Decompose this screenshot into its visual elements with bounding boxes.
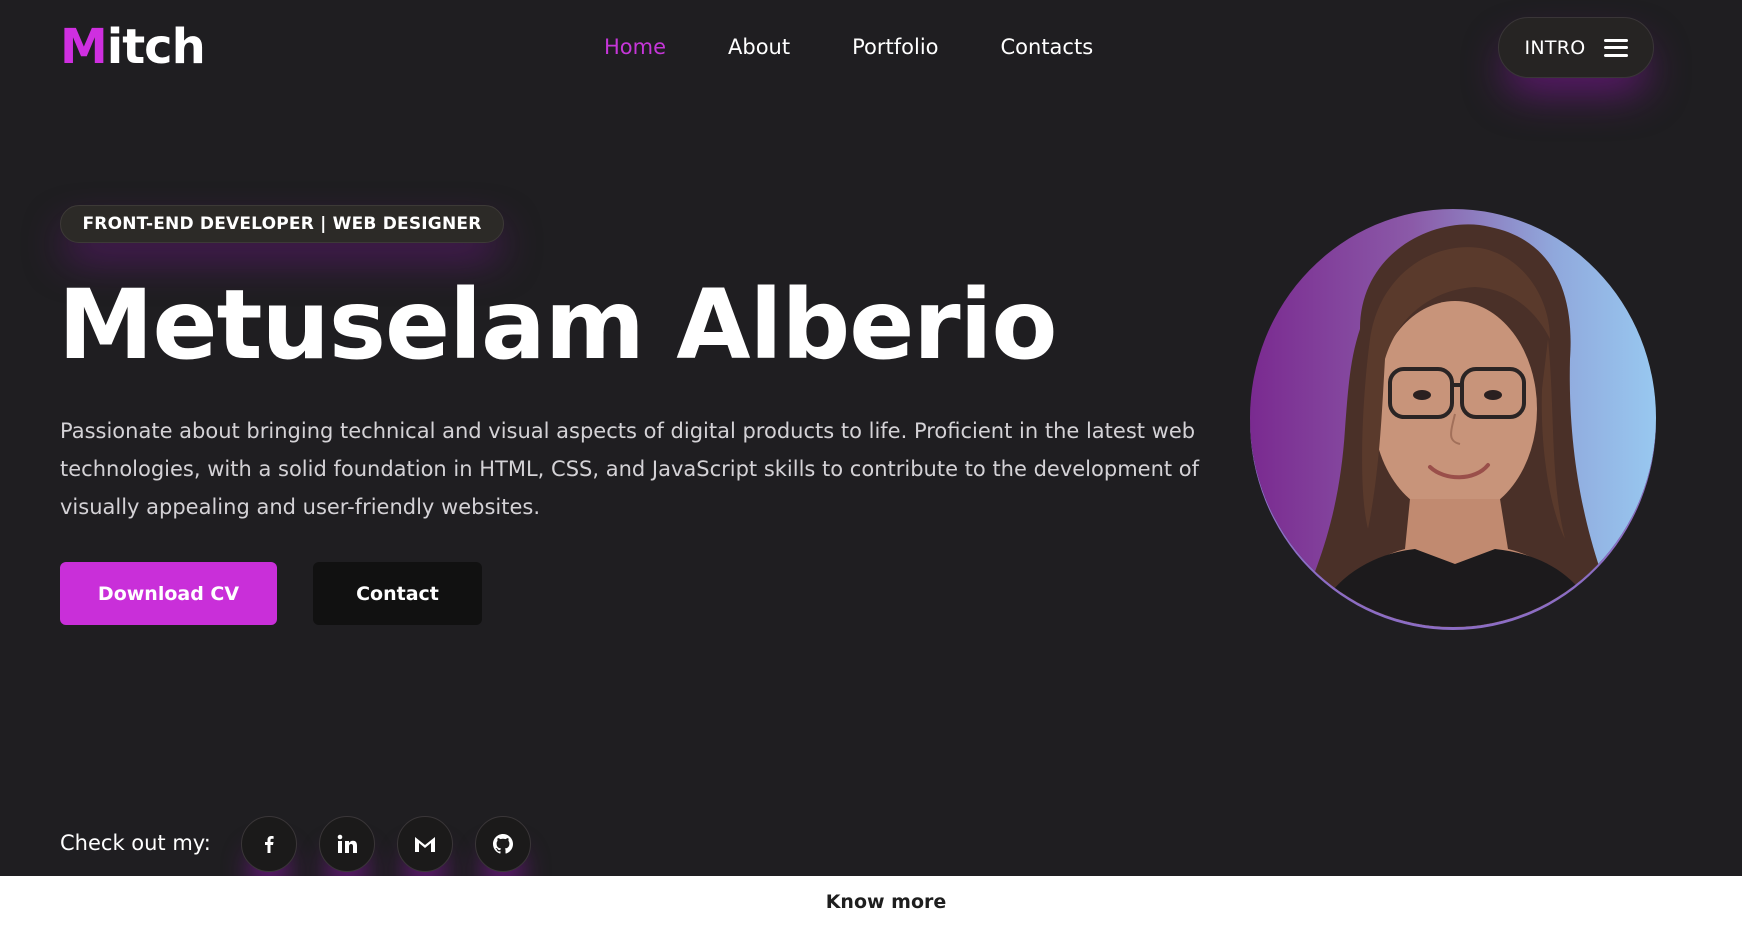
hero-name: Metuselam Alberio (58, 269, 1057, 381)
social-links (241, 816, 531, 872)
linkedin-icon (337, 834, 357, 853)
contact-button[interactable]: Contact (313, 562, 482, 625)
profile-photo (1250, 209, 1656, 627)
site-logo[interactable]: Mitch (60, 18, 206, 76)
download-cv-button[interactable]: Download CV (60, 562, 277, 625)
socials-label: Check out my: (60, 831, 211, 855)
gmail-link[interactable] (397, 816, 453, 872)
nav-contacts[interactable]: Contacts (1001, 30, 1094, 64)
profile-illustration (1290, 224, 1610, 627)
know-more-label: Know more (825, 890, 947, 913)
role-badge: FRONT-END DEVELOPER | WEB DESIGNER (60, 205, 504, 243)
facebook-icon (265, 836, 274, 853)
github-link[interactable] (475, 816, 531, 872)
facebook-link[interactable] (241, 816, 297, 872)
nav-portfolio[interactable]: Portfolio (852, 30, 938, 64)
intro-label: INTRO (1524, 36, 1586, 59)
nav-about[interactable]: About (728, 30, 790, 64)
logo-initial: M (60, 19, 108, 75)
role-text: FRONT-END DEVELOPER | WEB DESIGNER (82, 214, 482, 234)
hero-bio: Passionate about bringing technical and … (60, 419, 1200, 519)
logo-rest: itch (106, 19, 206, 75)
hamburger-icon (1603, 38, 1628, 57)
main-nav: Home About Portfolio Contacts (604, 30, 1155, 64)
linkedin-link[interactable] (319, 816, 375, 872)
intro-menu-button[interactable]: INTRO (1498, 17, 1654, 78)
github-icon (493, 834, 513, 854)
nav-home[interactable]: Home (604, 30, 666, 64)
gmail-icon (415, 837, 435, 852)
know-more-bar[interactable]: Know more (0, 876, 1742, 927)
